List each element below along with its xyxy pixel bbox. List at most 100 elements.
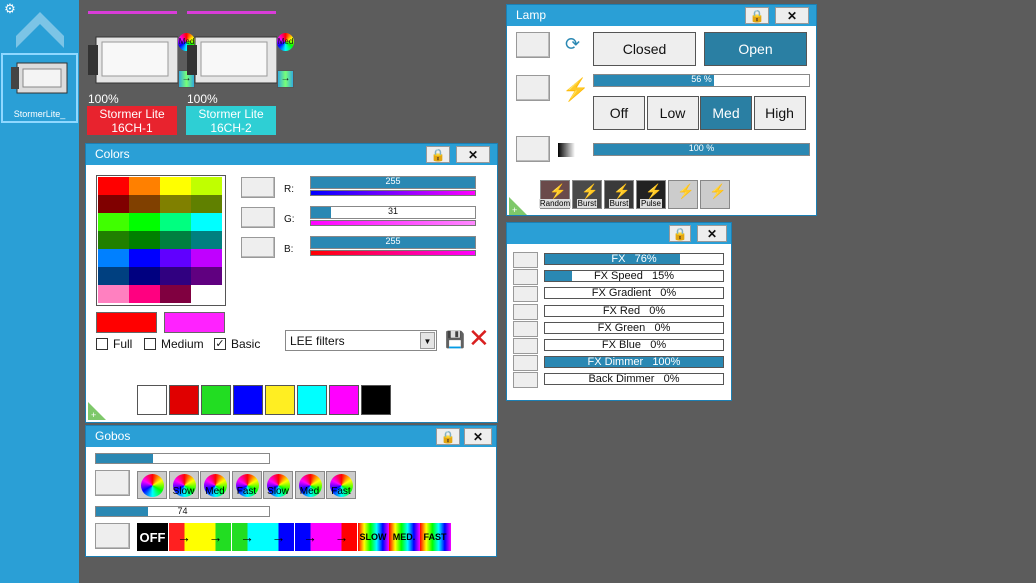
gobo-wheel-icon[interactable] <box>137 471 167 499</box>
gobo-strip-item[interactable]: SLOW <box>357 523 389 551</box>
fixture-name[interactable]: Stormer Lite 16CH-1 <box>87 106 177 135</box>
fx-row-button[interactable] <box>513 286 538 303</box>
palette-swatch[interactable] <box>265 385 295 415</box>
color-cell[interactable] <box>191 249 222 267</box>
gobo-strip-slider[interactable]: 74 <box>95 506 270 517</box>
fixture-tile[interactable] <box>187 33 278 91</box>
fx-slider[interactable]: FX Gradient 0% <box>544 287 724 300</box>
gobo-strip-item[interactable]: → <box>326 523 357 551</box>
closed-button[interactable]: Closed <box>593 32 696 66</box>
color-cell[interactable] <box>191 195 222 213</box>
gobo-strip-item[interactable]: FAST <box>419 523 451 551</box>
save-icon[interactable]: 💾 <box>445 330 465 350</box>
fixture-name[interactable]: Stormer Lite 16CH-2 <box>186 106 276 135</box>
gobo-wheel-icon[interactable]: Fast <box>326 471 356 499</box>
lamp-effect-button[interactable]: ⚡ <box>700 180 730 209</box>
color-cell[interactable] <box>129 177 160 195</box>
color-cell[interactable] <box>160 285 191 303</box>
close-button[interactable]: ✕ <box>775 7 809 24</box>
checkbox-icon[interactable] <box>96 338 108 350</box>
lamp-effect-button[interactable]: ⚡ Burst <box>604 180 634 209</box>
level-button[interactable]: Med <box>700 96 752 130</box>
delete-icon[interactable]: ✕ <box>468 325 490 351</box>
add-corner-icon[interactable]: + <box>88 402 106 420</box>
filter-select[interactable]: LEE filters ▼ <box>285 330 437 351</box>
fx-row-button[interactable] <box>513 269 538 286</box>
gobo-strip-item[interactable]: → <box>231 523 263 551</box>
color-cell[interactable] <box>98 195 129 213</box>
color-cell[interactable] <box>129 195 160 213</box>
add-corner-icon[interactable]: + <box>509 197 527 215</box>
current-color-swatch[interactable] <box>96 312 157 333</box>
fx-row-button[interactable] <box>513 252 538 268</box>
color-option[interactable]: Medium <box>144 337 204 351</box>
color-cell[interactable] <box>160 213 191 231</box>
color-cell[interactable] <box>191 285 222 303</box>
gobo-off[interactable]: OFF <box>137 523 168 551</box>
color-cell[interactable] <box>160 195 191 213</box>
fx-row-button[interactable] <box>513 320 538 337</box>
palette-swatch[interactable] <box>169 385 199 415</box>
color-cell[interactable] <box>98 177 129 195</box>
gobo-strip-item[interactable]: → <box>168 523 200 551</box>
gobo-wheel-button[interactable] <box>95 470 130 496</box>
color-option[interactable]: Full <box>96 337 132 351</box>
intensity-button[interactable] <box>516 75 550 101</box>
chevron-up-icon[interactable] <box>16 10 64 50</box>
gear-icon[interactable]: ⚙ <box>3 2 17 16</box>
lamp-effect-button[interactable]: ⚡ <box>668 180 698 209</box>
lock-icon[interactable]: 🔒 <box>745 7 769 24</box>
fx-slider[interactable]: FX 76% <box>544 253 724 265</box>
color-cell[interactable] <box>98 213 129 231</box>
fx-row-button[interactable] <box>513 355 538 372</box>
checkbox-icon[interactable] <box>144 338 156 350</box>
fx-slider[interactable]: FX Green 0% <box>544 321 724 334</box>
gobo-strip-item[interactable]: → <box>294 523 326 551</box>
fixture-tile[interactable] <box>88 33 179 91</box>
blue-slider[interactable]: 255 <box>310 236 476 249</box>
level-button[interactable]: Low <box>646 96 699 130</box>
fx-slider[interactable]: FX Blue 0% <box>544 339 724 351</box>
fx-row-button[interactable] <box>513 303 538 320</box>
palette-swatch[interactable] <box>329 385 359 415</box>
lock-icon[interactable]: 🔒 <box>426 146 450 163</box>
level-button[interactable]: Off <box>593 96 645 130</box>
color-cell[interactable] <box>160 231 191 249</box>
close-button[interactable]: ✕ <box>456 146 490 163</box>
palette-swatch[interactable] <box>361 385 391 415</box>
fx-row-button[interactable] <box>513 338 538 354</box>
palette-swatch[interactable] <box>297 385 327 415</box>
red-button[interactable] <box>241 177 275 198</box>
palette-swatch[interactable] <box>201 385 231 415</box>
level-button[interactable]: High <box>753 96 806 130</box>
fx-slider[interactable]: Back Dimmer 0% <box>544 373 724 386</box>
chevron-down-icon[interactable]: ▼ <box>420 332 435 349</box>
gobo-strip-item[interactable]: → <box>200 523 231 551</box>
gobo-wheel-icon[interactable]: Slow <box>168 471 199 499</box>
gobo-wheel-slider[interactable]: 135 <box>95 453 270 464</box>
lamp-effect-button[interactable]: ⚡ Random <box>538 180 572 209</box>
gobo-strip-item[interactable]: → <box>263 523 294 551</box>
color-cell[interactable] <box>129 267 160 285</box>
color-cell[interactable] <box>129 249 160 267</box>
lock-icon[interactable]: 🔒 <box>436 428 460 445</box>
color-cell[interactable] <box>98 267 129 285</box>
gobo-wheel-icon[interactable]: Med <box>294 471 325 499</box>
color-cell[interactable] <box>191 213 222 231</box>
gobo-wheel-icon[interactable]: Med <box>200 471 230 499</box>
gobo-wheel-icon[interactable]: Fast <box>231 471 262 499</box>
lamp-effect-button[interactable]: ⚡ Burst <box>572 180 602 209</box>
blue-button[interactable] <box>241 237 275 258</box>
dimmer-button[interactable] <box>516 136 550 162</box>
color-cell[interactable] <box>160 267 191 285</box>
color-cell[interactable] <box>98 231 129 249</box>
green-button[interactable] <box>241 207 275 228</box>
color-cell[interactable] <box>160 249 191 267</box>
checkbox-checked-icon[interactable]: ✓ <box>214 338 226 350</box>
red-slider[interactable]: 255 <box>310 176 476 189</box>
fixture-thumbnail[interactable]: StormerLite_ <box>1 53 78 123</box>
color-cell[interactable] <box>129 213 160 231</box>
color-cell[interactable] <box>98 249 129 267</box>
palette-swatch[interactable] <box>137 385 167 415</box>
preview-color-swatch[interactable] <box>164 312 225 333</box>
